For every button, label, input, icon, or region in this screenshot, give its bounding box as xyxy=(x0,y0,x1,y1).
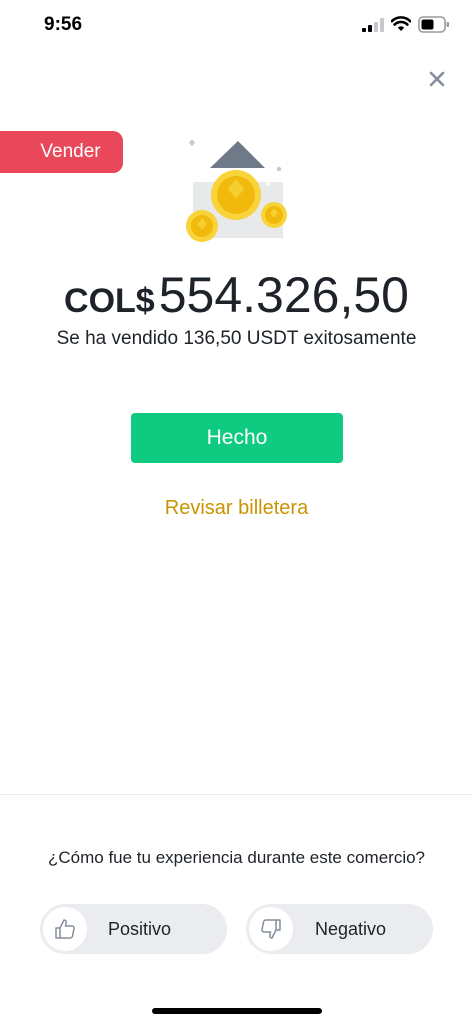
wifi-icon xyxy=(391,16,411,31)
negative-label: Negativo xyxy=(315,918,387,939)
amount-currency: COL$ xyxy=(64,282,155,320)
close-icon xyxy=(429,71,445,87)
positive-label: Positivo xyxy=(108,918,172,939)
divider xyxy=(0,794,473,795)
amount-value: 554.326,50 xyxy=(158,267,409,323)
thumbs-down-icon-wrapper xyxy=(249,907,293,951)
battery-icon xyxy=(418,16,449,33)
feedback-question: ¿Cómo fue tu experiencia durante este co… xyxy=(47,848,426,867)
success-message: Se ha vendido 136,50 USDT exitosamente xyxy=(56,328,417,349)
sold-amount: COL$554.326,50 xyxy=(0,266,473,324)
review-wallet-link[interactable]: Revisar billetera xyxy=(0,497,473,520)
status-time: 9:56 xyxy=(44,14,83,35)
status-bar: 9:56 xyxy=(0,0,473,50)
thumbs-up-icon xyxy=(55,919,75,939)
done-button[interactable]: Hecho xyxy=(131,413,343,463)
home-indicator xyxy=(152,1008,322,1014)
cellular-signal-icon xyxy=(362,18,384,32)
close-button[interactable] xyxy=(424,66,450,92)
thumbs-up-icon-wrapper xyxy=(43,907,87,951)
negative-feedback-button[interactable]: Negativo xyxy=(246,904,433,954)
positive-feedback-button[interactable]: Positivo xyxy=(40,904,227,954)
thumbs-down-icon xyxy=(261,919,281,939)
sell-badge: Vender xyxy=(0,131,123,173)
coins-success-illustration xyxy=(186,139,287,242)
